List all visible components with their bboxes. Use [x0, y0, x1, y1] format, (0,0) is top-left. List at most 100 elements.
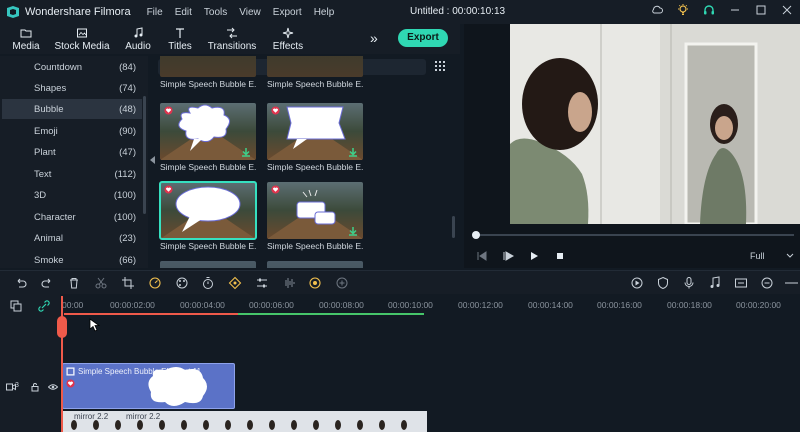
element-card[interactable]: Simple Speech Bubble E...	[267, 56, 363, 92]
tab-effects[interactable]: Effects	[270, 24, 306, 54]
preview-progress-knob[interactable]	[472, 231, 480, 239]
lock-icon[interactable]	[30, 382, 40, 392]
adjust-sliders-icon[interactable]	[255, 276, 269, 290]
tab-stock-media-label: Stock Media	[54, 40, 110, 52]
play-icon[interactable]	[528, 250, 540, 262]
sidebar-scrollbar[interactable]	[143, 96, 146, 214]
menu-help[interactable]: Help	[314, 7, 335, 18]
favorite-heart-icon[interactable]	[164, 106, 173, 115]
element-card[interactable]: Simple Speech Bubble E...	[160, 103, 256, 175]
tab-media[interactable]: Media	[4, 24, 48, 54]
category-label: Countdown	[34, 61, 83, 73]
quality-select[interactable]: Full	[746, 249, 798, 263]
category-item[interactable]: Text (112)	[2, 164, 142, 184]
video-clip[interactable]: mirror 2.2 mirror 2.2	[62, 411, 427, 432]
audio-wave-icon[interactable]	[282, 276, 296, 290]
ruler-label: 00:00:08:00	[319, 300, 364, 310]
category-count: (90)	[119, 125, 136, 137]
category-item[interactable]: Animal (23)	[2, 228, 142, 248]
tab-titles[interactable]: Titles	[164, 24, 196, 54]
app-name: Wondershare Filmora	[25, 6, 131, 18]
audio-mixer-icon[interactable]	[708, 276, 722, 290]
element-clip[interactable]: Simple Speech Bubble Element 11	[62, 363, 235, 409]
cut-scissors-icon[interactable]	[94, 276, 108, 290]
element-card[interactable]	[267, 261, 363, 268]
category-item[interactable]: Character (100)	[2, 207, 142, 227]
menu-tools[interactable]: Tools	[204, 7, 227, 18]
speed-icon[interactable]	[148, 276, 162, 290]
link-icon[interactable]	[38, 300, 50, 312]
favorite-heart-icon[interactable]	[271, 106, 280, 115]
download-icon[interactable]	[241, 147, 251, 157]
tab-audio[interactable]: Audio	[120, 24, 156, 54]
element-card[interactable]	[160, 261, 256, 268]
minimize-icon[interactable]	[728, 3, 742, 17]
quality-value: Full	[750, 251, 765, 261]
tab-stock-media[interactable]: Stock Media	[54, 24, 110, 54]
undo-icon[interactable]	[14, 276, 28, 290]
crop-icon[interactable]	[121, 276, 135, 290]
menu-file[interactable]: File	[147, 7, 163, 18]
marker-shield-icon[interactable]	[656, 276, 670, 290]
preview-progress-track[interactable]	[474, 234, 794, 236]
render-icon[interactable]	[630, 276, 644, 290]
headset-icon[interactable]	[702, 3, 716, 17]
stabilize-icon[interactable]	[335, 276, 349, 290]
eye-icon[interactable]	[48, 382, 58, 392]
download-icon[interactable]	[348, 226, 358, 236]
category-label: Bubble	[34, 103, 64, 115]
category-count: (100)	[113, 211, 136, 223]
element-card[interactable]: Simple Speech Bubble E...	[267, 103, 363, 175]
timer-icon[interactable]	[201, 276, 215, 290]
category-item-active[interactable]: Bubble (48)	[2, 99, 142, 119]
category-item[interactable]: Plant (47)	[2, 142, 142, 162]
playhead-handle[interactable]	[57, 316, 67, 338]
category-item[interactable]: 3D (100)	[2, 185, 142, 205]
category-item[interactable]: Smoke (66)	[2, 250, 142, 268]
category-item[interactable]: Countdown (84)	[2, 57, 142, 77]
title-bar: Wondershare Filmora File Edit Tools View…	[0, 0, 800, 24]
preview-panel: Full	[464, 24, 800, 268]
zoom-slider-icon[interactable]	[784, 276, 798, 290]
category-item[interactable]: Shapes (74)	[2, 78, 142, 98]
element-card[interactable]: Simple Speech Bubble E...	[267, 182, 363, 254]
title-t-icon	[176, 27, 184, 38]
menu-view[interactable]: View	[239, 7, 261, 18]
zoom-out-icon[interactable]	[760, 276, 774, 290]
element-card-selected[interactable]: Simple Speech Bubble E...	[159, 181, 257, 254]
more-tabs-chevron-icon[interactable]: »	[370, 31, 384, 46]
motion-tracking-icon[interactable]	[308, 276, 322, 290]
close-icon[interactable]	[780, 3, 794, 17]
element-card[interactable]: Simple Speech Bubble E...	[160, 56, 256, 92]
color-palette-icon[interactable]	[175, 276, 189, 290]
idea-icon[interactable]	[676, 3, 690, 17]
category-item[interactable]: Emoji (90)	[2, 121, 142, 141]
grid-scrollbar[interactable]	[452, 216, 455, 238]
menu-edit[interactable]: Edit	[175, 7, 192, 18]
stop-icon[interactable]	[554, 250, 566, 262]
element-label: Simple Speech Bubble E...	[160, 162, 256, 172]
element-thumbnail	[159, 181, 257, 240]
step-back-icon[interactable]	[476, 250, 488, 262]
grid-view-icon[interactable]	[434, 60, 446, 72]
keyframe-diamond-icon[interactable]	[228, 276, 242, 290]
collapse-panel-arrow-icon[interactable]	[150, 156, 156, 164]
menu-export[interactable]: Export	[273, 7, 302, 18]
add-track-icon[interactable]	[10, 300, 22, 312]
delete-icon[interactable]	[67, 276, 81, 290]
play-frame-icon[interactable]	[502, 250, 514, 262]
favorite-heart-icon[interactable]	[164, 185, 173, 194]
element-thumbnail	[160, 103, 256, 160]
favorite-heart-icon[interactable]	[271, 185, 280, 194]
export-button[interactable]: Export	[398, 29, 448, 47]
download-icon[interactable]	[348, 147, 358, 157]
redo-icon[interactable]	[40, 276, 54, 290]
ruler-label: 00:00:20:00	[736, 300, 781, 310]
pip-icon[interactable]	[734, 276, 748, 290]
tab-transitions[interactable]: Transitions	[208, 24, 256, 54]
maximize-icon[interactable]	[754, 3, 768, 17]
ruler-label: 00:00:10:00	[388, 300, 433, 310]
cloud-icon[interactable]	[650, 3, 664, 17]
microphone-icon[interactable]	[682, 276, 696, 290]
category-count: (74)	[119, 82, 136, 94]
